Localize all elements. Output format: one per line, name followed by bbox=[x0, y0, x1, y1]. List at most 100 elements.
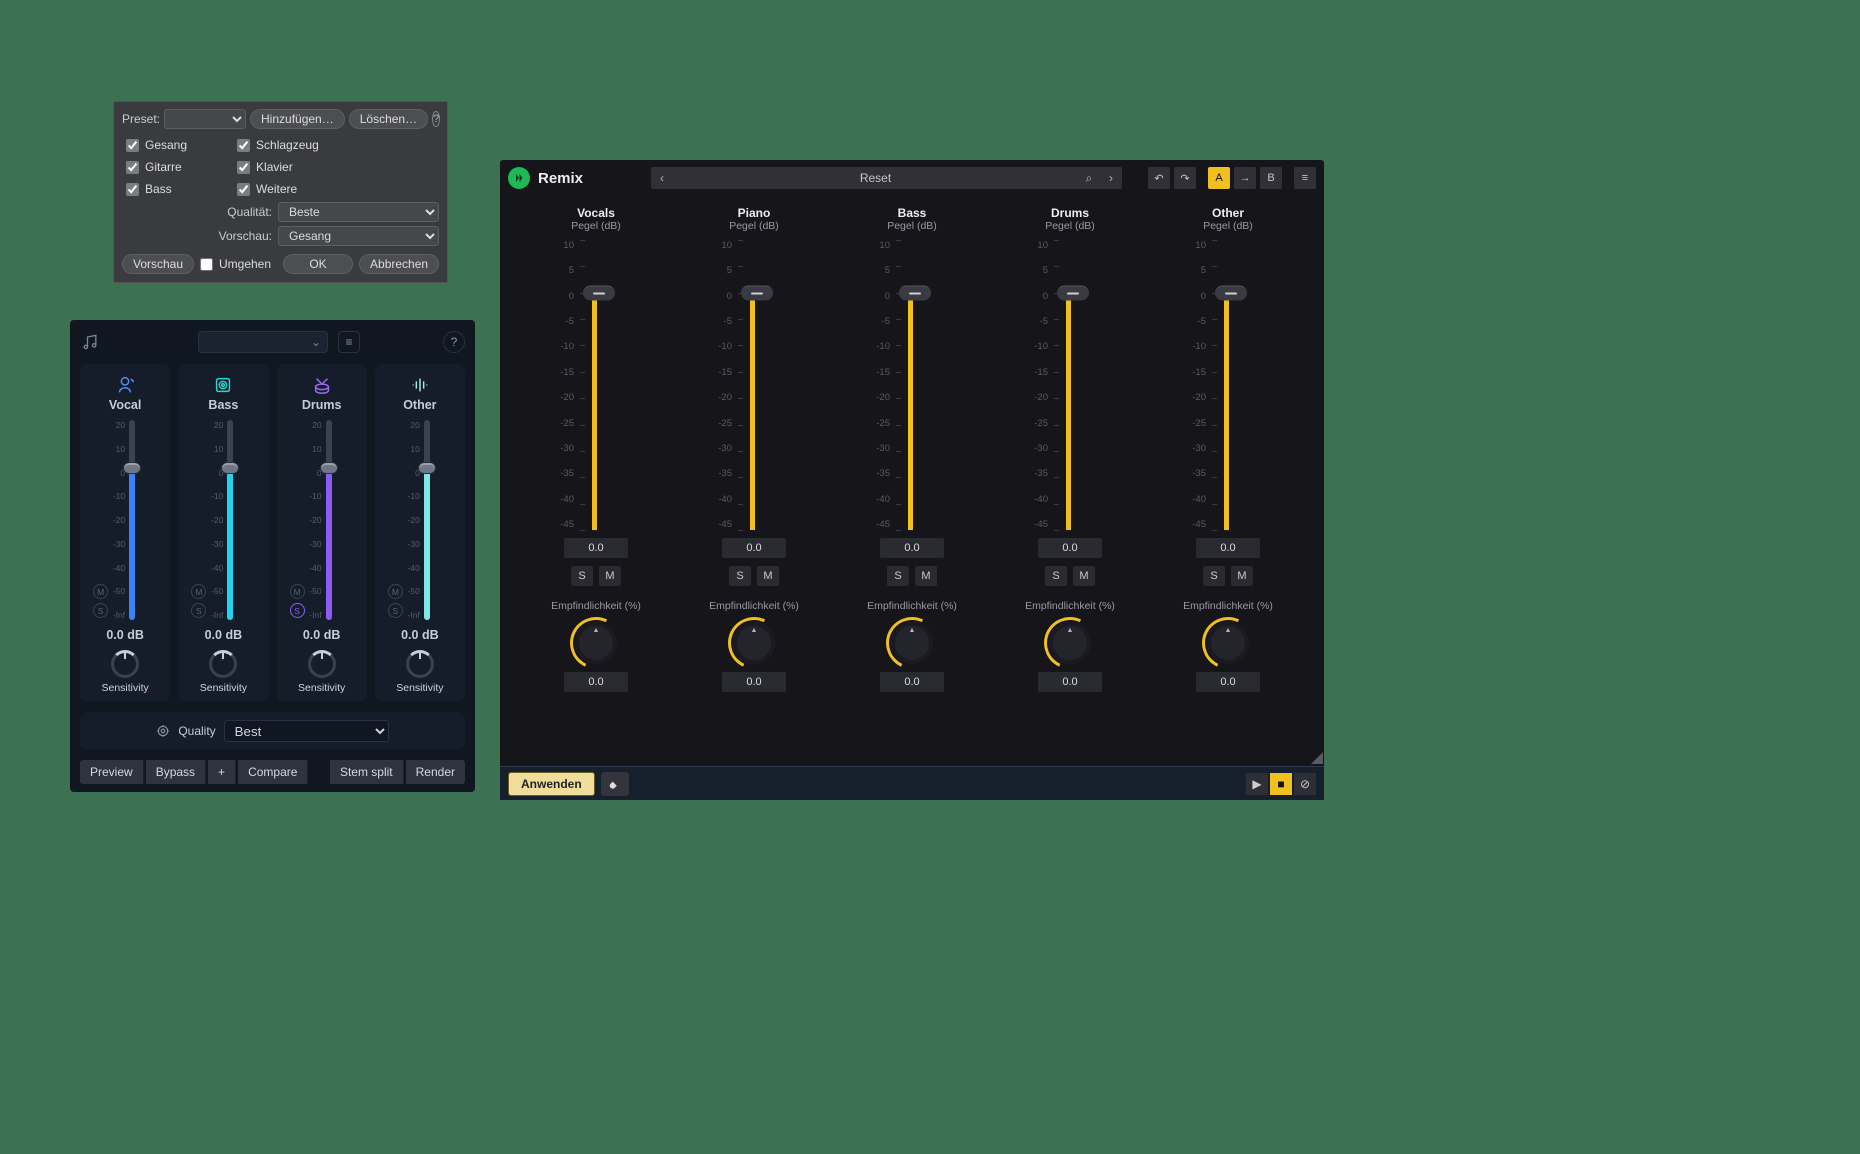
plus-button[interactable]: + bbox=[208, 760, 236, 784]
compare-button[interactable]: Compare bbox=[238, 760, 308, 784]
sensitivity-knob[interactable] bbox=[891, 622, 933, 664]
sensitivity-value[interactable]: 0.0 bbox=[1038, 672, 1102, 692]
sensitivity-knob[interactable] bbox=[406, 650, 434, 678]
sensitivity-label: Empfindlichkeit (%) bbox=[551, 600, 641, 612]
channel-subtitle: Pegel (dB) bbox=[729, 220, 779, 232]
channel-name: Other bbox=[1212, 206, 1244, 220]
level-value[interactable]: 0.0 bbox=[564, 538, 628, 558]
stem-checkbox[interactable]: Schlagzeug bbox=[237, 138, 319, 152]
quality-select[interactable]: Beste bbox=[278, 202, 439, 222]
remix-channels: VocalsPegel (dB)1050-5-10-15-20-25-30-35… bbox=[500, 196, 1324, 766]
vocal-icon bbox=[114, 374, 136, 396]
transport-stop-icon[interactable]: ■ bbox=[1270, 773, 1292, 795]
level-value[interactable]: 0.0 bbox=[1038, 538, 1102, 558]
solo-button[interactable]: S bbox=[290, 603, 305, 618]
level-fader[interactable]: 20100-10-20-30-40-50-InfMS bbox=[93, 420, 157, 620]
sensitivity-knob[interactable] bbox=[111, 650, 139, 678]
level-fader[interactable]: 1050-5-10-15-20-25-30-35-40-45 bbox=[546, 240, 646, 530]
sensitivity-knob[interactable] bbox=[1049, 622, 1091, 664]
mute-button[interactable]: M bbox=[757, 566, 779, 586]
help-icon[interactable]: ? bbox=[443, 331, 465, 353]
stem-checks-left: Gesang Gitarre Bass bbox=[126, 138, 187, 196]
resize-handle-icon[interactable] bbox=[1311, 752, 1323, 764]
level-fader[interactable]: 20100-10-20-30-40-50-InfMS bbox=[191, 420, 255, 620]
preset-dropdown[interactable]: ⌄ bbox=[198, 331, 328, 353]
preview-select[interactable]: Gesang bbox=[278, 226, 439, 246]
sensitivity-knob[interactable] bbox=[1207, 622, 1249, 664]
stem-checkbox[interactable]: Klavier bbox=[237, 160, 319, 174]
ab-b-button[interactable]: B bbox=[1260, 167, 1282, 189]
undo-icon[interactable]: ↶ bbox=[1148, 167, 1170, 189]
level-fader[interactable]: 1050-5-10-15-20-25-30-35-40-45 bbox=[1020, 240, 1120, 530]
sensitivity-label: Empfindlichkeit (%) bbox=[709, 600, 799, 612]
preset-name[interactable]: Reset bbox=[673, 167, 1078, 189]
stem-checkbox[interactable]: Gitarre bbox=[126, 160, 187, 174]
ok-button[interactable]: OK bbox=[283, 254, 353, 274]
redo-icon[interactable]: ↷ bbox=[1174, 167, 1196, 189]
level-fader[interactable]: 20100-10-20-30-40-50-InfMS bbox=[290, 420, 354, 620]
bypass-checkbox[interactable]: Umgehen bbox=[200, 257, 271, 271]
sensitivity-value[interactable]: 0.0 bbox=[1196, 672, 1260, 692]
sensitivity-knob[interactable] bbox=[733, 622, 775, 664]
bypass-button[interactable]: Bypass bbox=[146, 760, 206, 784]
apply-button[interactable]: Anwenden bbox=[508, 772, 595, 796]
level-value: 0.0 dB bbox=[303, 628, 341, 642]
solo-button[interactable]: S bbox=[729, 566, 751, 586]
solo-button[interactable]: S bbox=[571, 566, 593, 586]
mute-button[interactable]: M bbox=[388, 584, 403, 599]
solo-button[interactable]: S bbox=[1045, 566, 1067, 586]
render-button[interactable]: Render bbox=[406, 760, 465, 784]
mute-button[interactable]: M bbox=[915, 566, 937, 586]
sensitivity-knob[interactable] bbox=[575, 622, 617, 664]
mute-button[interactable]: M bbox=[191, 584, 206, 599]
stem-checkbox[interactable]: Gesang bbox=[126, 138, 187, 152]
level-fader[interactable]: 1050-5-10-15-20-25-30-35-40-45 bbox=[862, 240, 962, 530]
stem-split-button[interactable]: Stem split bbox=[330, 760, 404, 784]
level-fader[interactable]: 1050-5-10-15-20-25-30-35-40-45 bbox=[704, 240, 804, 530]
transport-play-icon[interactable]: ▶ bbox=[1246, 773, 1268, 795]
delete-button[interactable]: Löschen… bbox=[349, 109, 428, 129]
level-value[interactable]: 0.0 bbox=[722, 538, 786, 558]
preset-dialog: Preset: Hinzufügen… Löschen… ? Gesang Gi… bbox=[113, 101, 448, 283]
menu-icon[interactable]: ≡ bbox=[1294, 167, 1316, 189]
stem-checkbox[interactable]: Weitere bbox=[237, 182, 319, 196]
ab-a-button[interactable]: A bbox=[1208, 167, 1230, 189]
nav-next-icon[interactable]: › bbox=[1100, 167, 1122, 189]
mute-button[interactable]: M bbox=[599, 566, 621, 586]
menu-icon[interactable]: ≡ bbox=[338, 331, 360, 353]
sensitivity-knob[interactable] bbox=[308, 650, 336, 678]
quality-select[interactable]: Best bbox=[224, 720, 389, 742]
level-fader[interactable]: 20100-10-20-30-40-50-InfMS bbox=[388, 420, 452, 620]
preview-button[interactable]: Preview bbox=[80, 760, 144, 784]
nav-prev-icon[interactable]: ‹ bbox=[651, 167, 673, 189]
plugin-icon[interactable] bbox=[601, 772, 629, 796]
sensitivity-knob[interactable] bbox=[209, 650, 237, 678]
mute-button[interactable]: M bbox=[290, 584, 305, 599]
sensitivity-value[interactable]: 0.0 bbox=[880, 672, 944, 692]
level-fader[interactable]: 1050-5-10-15-20-25-30-35-40-45 bbox=[1178, 240, 1278, 530]
level-value[interactable]: 0.0 bbox=[1196, 538, 1260, 558]
solo-button[interactable]: S bbox=[191, 603, 206, 618]
search-icon[interactable]: ⌕ bbox=[1078, 167, 1100, 189]
sensitivity-value[interactable]: 0.0 bbox=[564, 672, 628, 692]
solo-button[interactable]: S bbox=[388, 603, 403, 618]
help-icon[interactable]: ? bbox=[432, 111, 440, 127]
add-button[interactable]: Hinzufügen… bbox=[250, 109, 345, 129]
solo-button[interactable]: S bbox=[1203, 566, 1225, 586]
mute-button[interactable]: M bbox=[1073, 566, 1095, 586]
transport-bypass-icon[interactable]: ⊘ bbox=[1294, 773, 1316, 795]
ab-copy-icon[interactable]: → bbox=[1234, 167, 1256, 189]
sensitivity-value[interactable]: 0.0 bbox=[722, 672, 786, 692]
cancel-button[interactable]: Abbrechen bbox=[359, 254, 439, 274]
solo-button[interactable]: S bbox=[887, 566, 909, 586]
play-icon[interactable] bbox=[508, 167, 530, 189]
remix-plugin: Remix ‹ Reset ⌕ › ↶ ↷ A → B ≡ VocalsPege… bbox=[500, 160, 1324, 800]
preview-button[interactable]: Vorschau bbox=[122, 254, 194, 274]
channel-name: Drums bbox=[1051, 206, 1089, 220]
mute-button[interactable]: M bbox=[93, 584, 108, 599]
mute-button[interactable]: M bbox=[1231, 566, 1253, 586]
preset-select[interactable] bbox=[164, 109, 246, 129]
stem-checkbox[interactable]: Bass bbox=[126, 182, 187, 196]
level-value[interactable]: 0.0 bbox=[880, 538, 944, 558]
solo-button[interactable]: S bbox=[93, 603, 108, 618]
